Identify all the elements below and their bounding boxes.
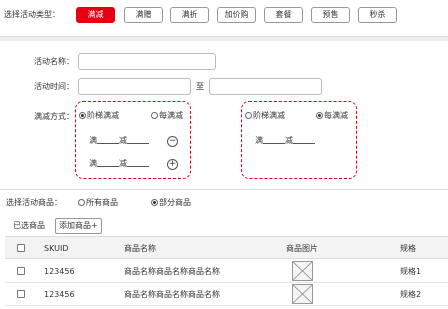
row-name: 商品名称商品名称商品名称 [124,290,220,299]
radio-all-products[interactable]: 所有商品 [78,197,118,209]
discount-input[interactable] [127,159,149,167]
remove-tier-icon[interactable]: − [167,136,178,147]
row-name: 商品名称商品名称商品名称 [124,267,220,276]
type-button-manzhe[interactable]: 满折 [170,7,209,23]
radio-tiered[interactable]: 阶梯满减 [245,110,285,122]
radio-icon [79,112,86,119]
select-all-checkbox[interactable] [17,244,25,252]
row-spec: 规格2 [400,290,422,299]
add-product-button[interactable]: 添加商品+ [55,218,102,234]
type-button-taocan[interactable]: 套餐 [264,7,303,23]
radio-icon [151,112,158,119]
end-time-input[interactable] [209,78,322,95]
header-name: 商品名称 [124,244,156,253]
radio-every[interactable]: 每满减 [151,110,183,122]
tier-row-2: 满减 [89,158,149,170]
type-button-manzeng[interactable]: 满赠 [124,7,163,23]
radio-icon [245,112,252,119]
threshold-input[interactable] [97,159,119,167]
tier-row-1: 满减 [89,135,149,147]
type-button-miaosha[interactable]: 秒杀 [358,7,397,23]
activity-name-label: 活动名称： [34,57,74,66]
table-row: 123456 商品名称商品名称商品名称 规格2 [5,283,448,306]
product-image-placeholder-icon [292,261,313,281]
every-row: 满减 [255,135,315,147]
start-time-input[interactable] [78,78,191,95]
row-spec: 规格1 [400,267,422,276]
discount-input[interactable] [127,136,149,144]
radio-every[interactable]: 每满减 [316,110,348,122]
table-row: 123456 商品名称商品名称商品名称 规格1 [5,260,448,283]
time-separator: 至 [196,82,204,91]
type-button-yushou[interactable]: 预售 [311,7,350,23]
activity-type-label: 选择活动类型： [4,10,60,19]
product-scope-label: 选择活动商品： [6,198,62,207]
product-image-placeholder-icon [292,284,313,304]
row-skuid: 123456 [44,267,75,276]
discount-input[interactable] [293,136,315,144]
selected-products-label: 已选商品 [13,221,45,230]
every-rule-box: 阶梯满减 每满减 满减 [241,101,357,179]
row-checkbox[interactable] [17,290,25,298]
header-spec: 规格 [400,244,416,253]
radio-icon [151,199,158,206]
threshold-input[interactable] [263,136,285,144]
threshold-input[interactable] [97,136,119,144]
section-divider-2 [0,189,448,190]
section-divider [0,36,448,41]
activity-name-input[interactable] [78,53,216,70]
rule-type-label: 满减方式： [34,112,74,121]
row-checkbox[interactable] [17,267,25,275]
add-tier-icon[interactable]: + [167,159,178,170]
tiered-rule-box: 阶梯满减 每满减 满减 − 满减 + [75,101,191,179]
header-skuid: SKUID [44,244,69,253]
row-skuid: 123456 [44,290,75,299]
radio-some-products[interactable]: 部分商品 [151,197,191,209]
radio-icon [316,112,323,119]
type-button-manjian[interactable]: 满减 [76,7,115,23]
radio-tiered[interactable]: 阶梯满减 [79,110,119,122]
radio-icon [78,199,85,206]
table-header: SKUID 商品名称 商品图片 规格 [5,236,448,259]
type-button-jiajiagou[interactable]: 加价购 [217,7,256,23]
activity-time-label: 活动时间： [34,82,74,91]
header-image: 商品图片 [286,244,318,253]
